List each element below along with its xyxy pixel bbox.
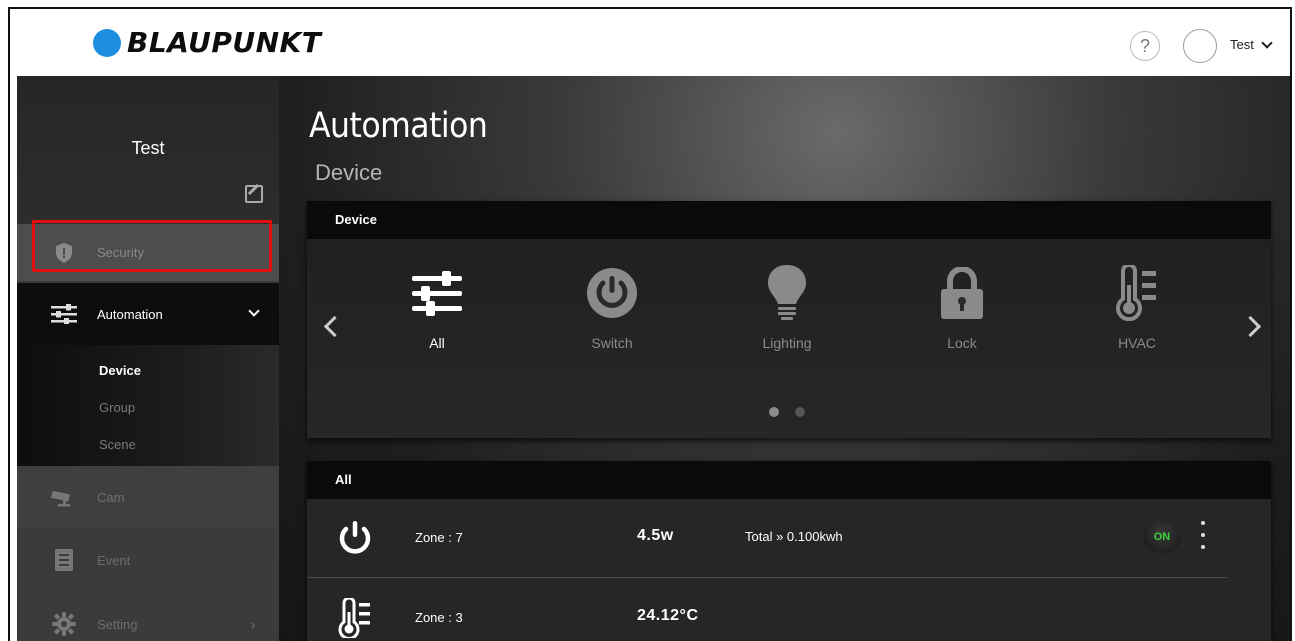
sidebar-item-label: Setting [97,616,138,632]
event-list-icon [51,547,77,573]
sidebar-item-label: Event [97,552,131,568]
chevron-down-icon [1261,36,1273,49]
more-options-icon[interactable] [1200,521,1206,549]
sidebar-item-automation[interactable]: Automation [17,283,279,345]
sliders-icon [51,301,77,327]
sidebar-item-security[interactable]: Security [17,224,279,281]
power-icon [337,519,373,557]
carousel-pagination [769,407,805,417]
top-bar: BLAUPUNKT ? Test [10,9,1290,76]
row-divider [307,577,1227,578]
device-list-card: All Zone : 7 4.5w Total » 0.100kwh ON Zo… [307,461,1271,641]
sidebar-subitem-scene[interactable]: Scene [99,437,136,452]
brand-logo[interactable]: BLAUPUNKT [93,26,321,59]
power-icon [562,263,662,323]
page-title: Automation [309,106,488,146]
sidebar-item-label: Automation [97,306,163,322]
on-off-toggle[interactable]: ON [1143,521,1181,553]
chevron-down-icon [248,305,260,317]
bulb-icon [737,263,837,323]
main-content: Automation Device Device All Switch Ligh… [279,76,1290,641]
user-menu[interactable]: Test [1230,36,1273,52]
category-label: Lighting [762,335,812,351]
shield-icon [51,240,77,266]
carousel-prev-button[interactable] [323,315,346,338]
logo-text: BLAUPUNKT [127,26,322,59]
page-dot[interactable] [795,407,805,417]
sidebar-item-event[interactable]: Event [17,528,279,592]
camera-icon [51,484,77,510]
page-subtitle: Device [315,160,383,185]
category-lock[interactable]: Lock [912,263,1012,351]
page-dot[interactable] [769,407,779,417]
sidebar: Test Security Automation Device Group Sc… [17,76,279,641]
lock-icon [912,263,1012,323]
profile-name: Test [131,138,165,158]
category-switch[interactable]: Switch [562,263,662,351]
chevron-right-icon: › [251,616,256,632]
category-lighting[interactable]: Lighting [737,263,837,351]
user-name: Test [1230,37,1254,52]
device-row[interactable]: Zone : 7 4.5w Total » 0.100kwh ON [307,499,1227,577]
device-value: 24.12°C [637,607,699,624]
edit-icon[interactable] [245,185,263,203]
device-total: Total » 0.100kwh [745,529,843,544]
card-header: Device [307,201,1271,239]
device-zone: Zone : 3 [415,610,463,625]
thermometer-icon [337,598,373,638]
sidebar-subitem-device[interactable]: Device [99,363,141,378]
sidebar-item-setting[interactable]: Setting › [17,592,279,641]
category-label: Switch [591,335,633,351]
logo-dot-icon [93,28,121,57]
category-all[interactable]: All [387,263,487,351]
avatar[interactable] [1183,29,1217,63]
category-label: HVAC [1118,335,1156,351]
device-row[interactable]: Zone : 3 24.12°C [307,579,1227,641]
device-zone: Zone : 7 [415,530,463,545]
sidebar-item-label: Security [97,245,144,260]
sidebar-item-label: Cam [97,489,125,505]
carousel-next-button[interactable] [1239,315,1262,338]
category-label: All [429,335,445,351]
device-category-card: Device All Switch Lighting Lock HVAC [307,201,1271,438]
thermometer-icon [1087,263,1187,323]
device-value: 4.5w [637,527,674,544]
help-button[interactable]: ? [1130,31,1160,61]
automation-submenu: Device Group Scene [17,345,279,466]
sidebar-item-cam[interactable]: Cam [17,466,279,528]
category-hvac[interactable]: HVAC [1087,263,1187,351]
profile-panel: Test [17,76,279,224]
category-label: Lock [947,335,977,351]
gear-icon [51,611,77,637]
sliders-icon [387,263,487,323]
card-header: All [307,461,1271,499]
sidebar-subitem-group[interactable]: Group [99,400,135,415]
app-window: BLAUPUNKT ? Test Test Security Automatio… [8,7,1292,641]
